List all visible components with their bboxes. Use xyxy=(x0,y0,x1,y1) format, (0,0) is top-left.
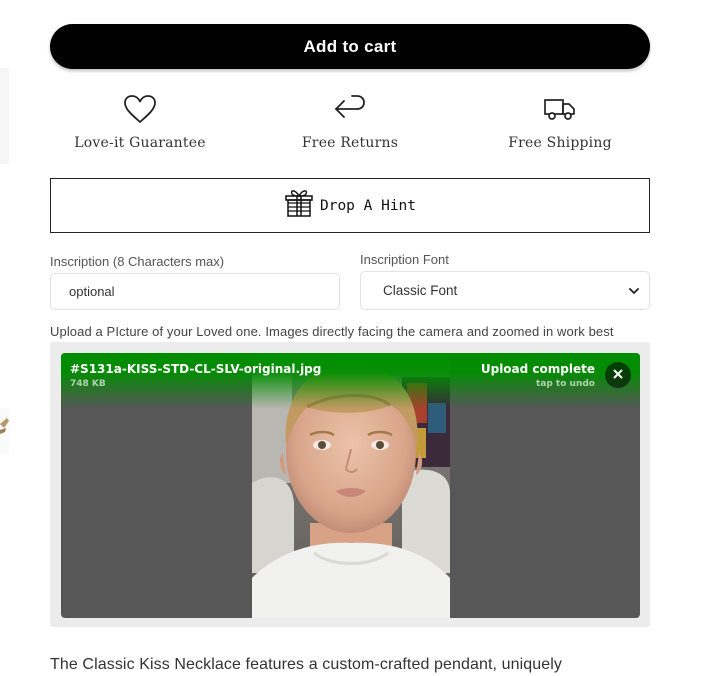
cropped-pendant-image xyxy=(0,418,9,434)
remove-file-button[interactable] xyxy=(605,362,631,388)
inscription-label: Inscription (8 Characters max) xyxy=(50,254,225,269)
inscription-font-label: Inscription Font xyxy=(360,252,449,267)
feature-label: Free Shipping xyxy=(508,135,612,151)
feature-label: Love-it Guarantee xyxy=(74,135,206,151)
photo-upload-dropzone[interactable]: #S131a-KISS-STD-CL-SLV-original.jpg 748 … xyxy=(50,342,650,627)
close-icon xyxy=(613,366,623,384)
add-to-cart-button[interactable]: Add to cart xyxy=(50,24,650,69)
upload-status: Upload complete xyxy=(480,362,595,376)
drop-a-hint-label: Drop A Hint xyxy=(319,197,417,214)
cropped-image-edge xyxy=(0,68,9,164)
gift-icon xyxy=(284,188,314,223)
inscription-font-select[interactable]: Classic Font xyxy=(360,271,650,310)
feature-badges: Love-it Guarantee Free Returns Free Ship… xyxy=(35,92,665,156)
file-size: 748 KB xyxy=(70,379,106,389)
file-name: #S131a-KISS-STD-CL-SLV-original.jpg xyxy=(70,362,322,376)
feature-free-returns: Free Returns xyxy=(245,92,455,156)
truck-icon xyxy=(543,92,577,126)
feature-free-shipping: Free Shipping xyxy=(455,92,665,156)
chevron-down-icon xyxy=(629,282,639,300)
font-selected-value: Classic Font xyxy=(383,283,458,298)
undo-hint[interactable]: tap to undo xyxy=(536,379,595,389)
heart-icon xyxy=(123,92,157,126)
return-arrow-icon xyxy=(333,92,367,126)
feature-label: Free Returns xyxy=(301,135,399,151)
uploaded-file-item: #S131a-KISS-STD-CL-SLV-original.jpg 748 … xyxy=(61,353,640,618)
feature-love-it-guarantee: Love-it Guarantee xyxy=(35,92,245,156)
drop-a-hint-button[interactable]: Drop A Hint xyxy=(50,178,650,233)
inscription-input[interactable] xyxy=(50,273,340,310)
product-description: The Classic Kiss Necklace features a cus… xyxy=(50,656,563,673)
upload-instructions: Upload a PIcture of your Loved one. Imag… xyxy=(50,324,614,339)
